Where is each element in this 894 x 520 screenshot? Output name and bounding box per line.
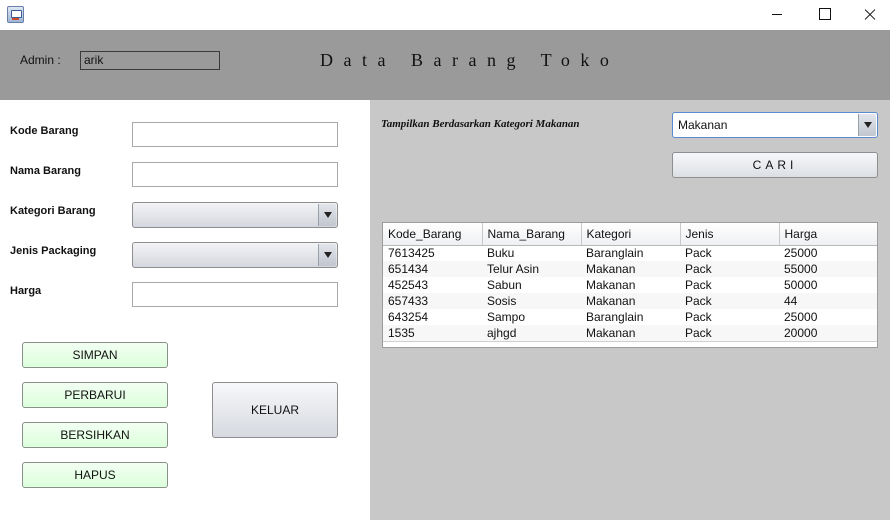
table-row[interactable]: 651434 Telur Asin Makanan Pack 55000 — [383, 261, 877, 277]
hapus-button[interactable]: HAPUS — [22, 462, 168, 488]
nama-barang-input[interactable] — [132, 162, 338, 187]
table-cell: Makanan — [581, 325, 680, 342]
category-filter-value: Makanan — [678, 118, 728, 132]
table-row[interactable]: 657433 Sosis Makanan Pack 44 — [383, 293, 877, 309]
cari-button[interactable]: CARI — [672, 152, 878, 178]
table-cell: 1535 — [383, 325, 482, 342]
table-row[interactable]: 7613425 Buku Baranglain Pack 25000 — [383, 245, 877, 261]
jenis-packaging-label: Jenis Packaging — [10, 245, 97, 257]
table-cell: 25000 — [784, 310, 818, 324]
table-cell: 643254 — [388, 310, 429, 324]
filter-label: Tampilkan Berdasarkan Kategori Makanan — [381, 118, 580, 130]
table-cell: Makanan — [581, 261, 680, 277]
column-header[interactable]: Kode_Barang — [383, 223, 483, 246]
bersihkan-button[interactable]: BERSIHKAN — [22, 422, 168, 448]
column-header[interactable]: Nama_Barang — [482, 223, 582, 246]
kode-barang-input[interactable] — [132, 122, 338, 147]
table-cell: Pack — [685, 310, 712, 324]
table-cell: 44 — [779, 293, 877, 309]
perbarui-button[interactable]: PERBARUI — [22, 382, 168, 408]
table-cell: 452543 — [388, 278, 429, 292]
table-cell: 20000 — [779, 325, 877, 342]
harga-input[interactable] — [132, 282, 338, 307]
chevron-down-icon[interactable] — [318, 204, 336, 226]
table-cell: 657433 — [383, 293, 482, 309]
jenis-packaging-dropdown[interactable] — [132, 242, 338, 268]
table-cell: Baranglain — [586, 310, 644, 324]
table-cell: Sabun — [487, 278, 522, 292]
table-cell: Makanan — [586, 278, 636, 292]
column-header[interactable]: Kategori — [581, 223, 681, 246]
keluar-button[interactable]: KELUAR — [212, 382, 338, 438]
table-header-row: Kode_Barang Nama_Barang Kategori Jenis H… — [383, 223, 877, 246]
kode-barang-label: Kode Barang — [10, 125, 79, 137]
table-cell: Pack — [680, 293, 779, 309]
table-cell: Pack — [680, 325, 779, 342]
kategori-barang-dropdown[interactable] — [132, 202, 338, 228]
table-cell: Pack — [685, 246, 712, 261]
table-cell: Buku — [487, 246, 515, 261]
header-band: Admin : arik Data Barang Toko — [0, 30, 890, 100]
table-cell: Makanan — [581, 293, 680, 309]
chevron-down-icon[interactable] — [858, 114, 876, 136]
category-filter-dropdown[interactable]: Makanan — [672, 112, 878, 138]
minimize-icon[interactable] — [754, 0, 800, 30]
title-bar — [0, 0, 894, 30]
chevron-down-icon[interactable] — [318, 244, 336, 266]
table-row[interactable]: 452543 Sabun Makanan Pack 50000 — [383, 277, 877, 293]
kategori-barang-label: Kategori Barang — [10, 205, 96, 217]
table-cell: Baranglain — [586, 246, 644, 261]
item-list-panel: Tampilkan Berdasarkan Kategori Makanan M… — [370, 100, 890, 520]
table-cell: 7613425 — [388, 246, 435, 261]
item-form-panel: Kode Barang Nama Barang Kategori Barang … — [0, 100, 370, 520]
table-cell: 50000 — [784, 278, 818, 292]
table-cell: Pack — [685, 278, 712, 292]
app-window: Admin : arik Data Barang Toko Kode Baran… — [0, 0, 894, 520]
table-cell: Pack — [680, 261, 779, 277]
items-table[interactable]: Kode_Barang Nama_Barang Kategori Jenis H… — [382, 222, 878, 348]
simpan-button[interactable]: SIMPAN — [22, 342, 168, 368]
table-cell: ajhgd — [482, 325, 581, 342]
table-cell: Sampo — [487, 310, 526, 324]
table-cell: 55000 — [779, 261, 877, 277]
admin-label: Admin : — [20, 53, 61, 67]
table-cell: 25000 — [784, 246, 818, 261]
table-cell: 651434 — [383, 261, 482, 277]
table-cell: Sosis — [482, 293, 581, 309]
table-cell: Telur Asin — [482, 261, 581, 277]
nama-barang-label: Nama Barang — [10, 165, 81, 177]
page-title: Data Barang Toko — [320, 50, 620, 70]
maximize-icon[interactable] — [800, 0, 846, 30]
java-app-icon — [7, 6, 24, 23]
table-row[interactable]: 643254 Sampo Baranglain Pack 25000 — [383, 309, 877, 325]
column-header[interactable]: Harga — [779, 223, 877, 246]
column-header[interactable]: Jenis — [680, 223, 780, 246]
table-row[interactable]: 1535 ajhgd Makanan Pack 20000 — [383, 325, 877, 342]
close-icon[interactable] — [846, 0, 892, 30]
harga-label: Harga — [10, 285, 42, 297]
admin-name-field[interactable]: arik — [80, 51, 220, 70]
